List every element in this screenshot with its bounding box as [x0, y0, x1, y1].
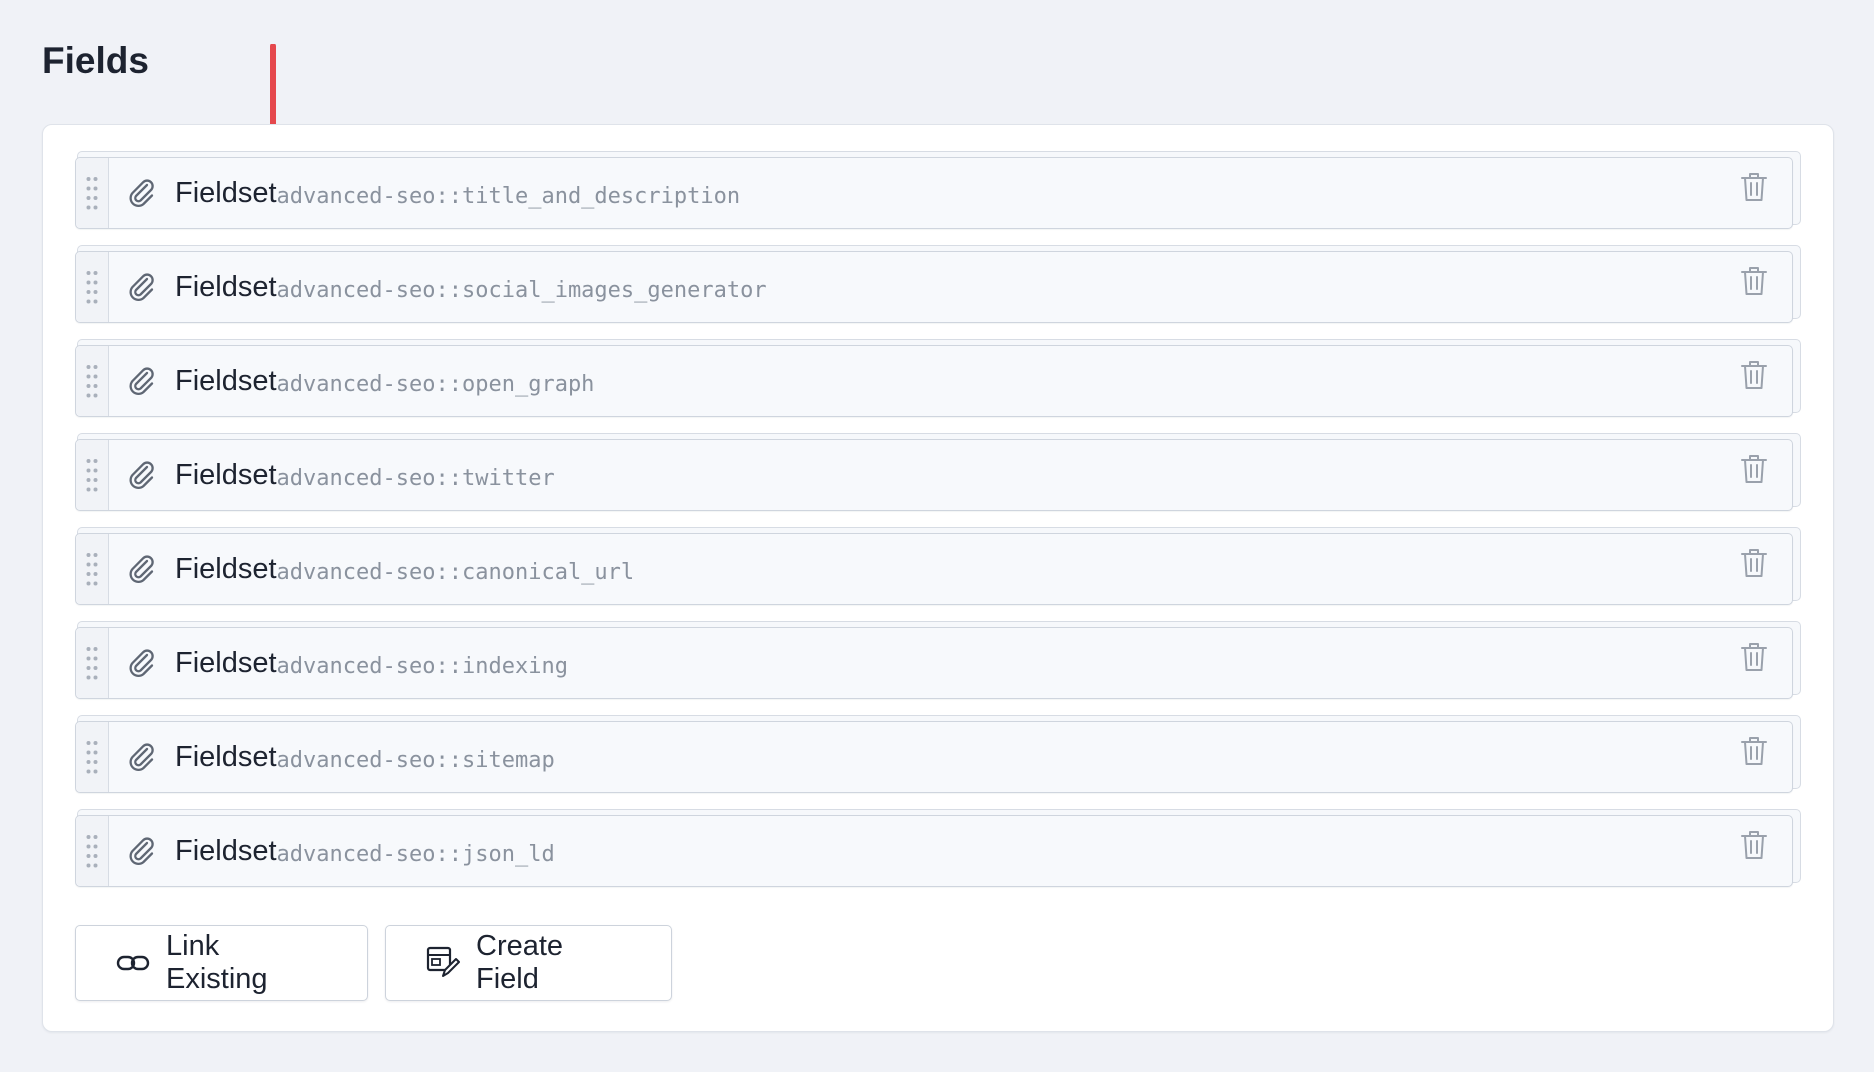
delete-field-button[interactable]: [1734, 263, 1774, 303]
field-row[interactable]: Fieldset advanced-seo::indexing: [75, 621, 1801, 699]
paperclip-icon: [125, 270, 159, 304]
drag-handle-icon[interactable]: [76, 816, 109, 886]
create-field-label: Create Field: [476, 930, 564, 995]
field-handle: advanced-seo::canonical_url: [276, 559, 635, 585]
drag-handle-icon[interactable]: [76, 440, 109, 510]
fields-card: Fieldset advanced-seo::title_and_descript…: [42, 124, 1834, 1032]
page: Fields Fieldset advanced-seo::title_and_d…: [0, 0, 1874, 1072]
trash-icon: [1740, 453, 1768, 490]
drag-handle-icon[interactable]: [76, 534, 109, 604]
create-field-button[interactable]: Create Field: [385, 925, 672, 1001]
field-label: Fieldset: [175, 270, 277, 303]
field-row[interactable]: Fieldset advanced-seo::sitemap: [75, 715, 1801, 793]
paperclip-icon: [125, 552, 159, 586]
field-row[interactable]: Fieldset advanced-seo::canonical_url: [75, 527, 1801, 605]
field-row[interactable]: Fieldset advanced-seo::title_and_descript…: [75, 151, 1801, 229]
field-row-content[interactable]: Fieldset advanced-seo::sitemap: [75, 721, 1793, 793]
paperclip-icon: [125, 176, 159, 210]
drag-handle-icon[interactable]: [76, 252, 109, 322]
field-row[interactable]: Fieldset advanced-seo::json_ld: [75, 809, 1801, 887]
field-label: Fieldset: [175, 458, 277, 491]
paperclip-icon: [125, 834, 159, 868]
link-existing-label: Link Existing: [166, 930, 268, 995]
paperclip-icon: [125, 646, 159, 680]
field-row[interactable]: Fieldset advanced-seo::social_images_gene…: [75, 245, 1801, 323]
field-row[interactable]: Fieldset advanced-seo::open_graph: [75, 339, 1801, 417]
field-row-content[interactable]: Fieldset advanced-seo::social_images_gene…: [75, 251, 1793, 323]
field-label: Fieldset: [175, 646, 277, 679]
field-label: Fieldset: [175, 740, 277, 773]
delete-field-button[interactable]: [1734, 639, 1774, 679]
delete-field-button[interactable]: [1734, 827, 1774, 867]
trash-icon: [1740, 547, 1768, 584]
paperclip-icon: [125, 458, 159, 492]
delete-field-button[interactable]: [1734, 545, 1774, 585]
trash-icon: [1740, 359, 1768, 396]
trash-icon: [1740, 171, 1768, 208]
field-list: Fieldset advanced-seo::title_and_descript…: [75, 151, 1801, 903]
trash-icon: [1740, 265, 1768, 302]
field-handle: advanced-seo::social_images_generator: [276, 277, 767, 303]
field-row-content[interactable]: Fieldset advanced-seo::indexing: [75, 627, 1793, 699]
field-row-content[interactable]: Fieldset advanced-seo::title_and_descript…: [75, 157, 1793, 229]
field-row-content[interactable]: Fieldset advanced-seo::open_graph: [75, 345, 1793, 417]
field-row-content[interactable]: Fieldset advanced-seo::twitter: [75, 439, 1793, 511]
delete-field-button[interactable]: [1734, 357, 1774, 397]
field-row-content[interactable]: Fieldset advanced-seo::json_ld: [75, 815, 1793, 887]
drag-handle-icon[interactable]: [76, 722, 109, 792]
delete-field-button[interactable]: [1734, 169, 1774, 209]
delete-field-button[interactable]: [1734, 733, 1774, 773]
trash-icon: [1740, 829, 1768, 866]
delete-field-button[interactable]: [1734, 451, 1774, 491]
field-handle: advanced-seo::indexing: [276, 653, 568, 679]
paperclip-icon: [125, 740, 159, 774]
link-icon: [116, 953, 150, 973]
field-label: Fieldset: [175, 364, 277, 397]
field-handle: advanced-seo::json_ld: [276, 841, 555, 867]
field-actions: Link Existing Create Field: [75, 925, 672, 1001]
drag-handle-icon[interactable]: [76, 158, 109, 228]
field-label: Fieldset: [175, 834, 277, 867]
field-row[interactable]: Fieldset advanced-seo::twitter: [75, 433, 1801, 511]
field-row-content[interactable]: Fieldset advanced-seo::canonical_url: [75, 533, 1793, 605]
field-handle: advanced-seo::title_and_description: [276, 183, 741, 209]
field-handle: advanced-seo::twitter: [276, 465, 555, 491]
trash-icon: [1740, 641, 1768, 678]
paperclip-icon: [125, 364, 159, 398]
drag-handle-icon[interactable]: [76, 628, 109, 698]
trash-icon: [1740, 735, 1768, 772]
field-handle: advanced-seo::open_graph: [276, 371, 595, 397]
page-title: Fields: [42, 40, 149, 81]
field-label: Fieldset: [175, 176, 277, 209]
create-field-icon: [426, 946, 460, 980]
drag-handle-icon[interactable]: [76, 346, 109, 416]
field-label: Fieldset: [175, 552, 277, 585]
link-existing-button[interactable]: Link Existing: [75, 925, 368, 1001]
field-handle: advanced-seo::sitemap: [276, 747, 555, 773]
